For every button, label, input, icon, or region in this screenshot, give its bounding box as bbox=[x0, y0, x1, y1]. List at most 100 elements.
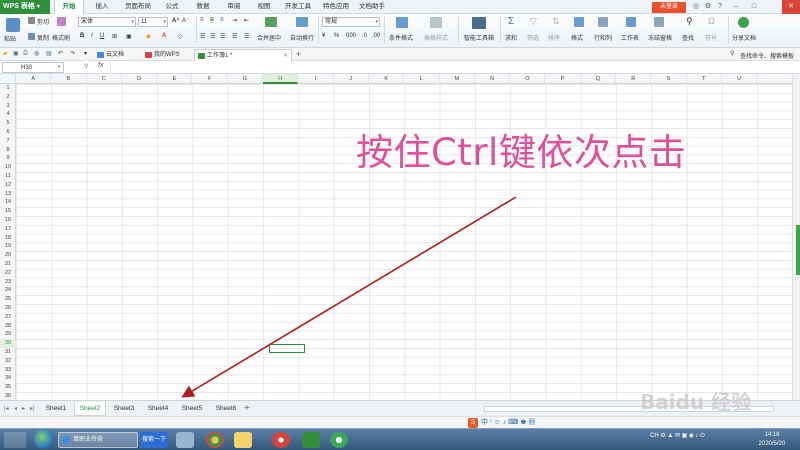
percent-icon[interactable]: % bbox=[334, 33, 339, 39]
new-tab-icon[interactable]: + bbox=[296, 49, 301, 59]
currency-icon[interactable]: ¥ bbox=[322, 33, 325, 39]
decrease-decimal-icon[interactable]: .00 bbox=[372, 33, 380, 39]
first-sheet-icon[interactable]: |◂ bbox=[4, 405, 9, 412]
align-bottom-icon[interactable]: ≡ bbox=[220, 17, 224, 23]
row-header-12[interactable]: 12 bbox=[0, 181, 16, 190]
align-right-icon[interactable]: ☰ bbox=[220, 33, 225, 40]
column-header-r[interactable]: R bbox=[616, 74, 652, 84]
zoom-formula-icon[interactable]: ⚲ bbox=[84, 63, 88, 70]
print-icon[interactable]: ⎙ bbox=[23, 50, 28, 57]
conditional-format-button[interactable]: 条件格式 bbox=[389, 33, 413, 42]
tab-special[interactable]: 特色应用 bbox=[318, 0, 354, 14]
column-header-c[interactable]: C bbox=[87, 74, 122, 84]
number-format-select[interactable]: 常规 ▾ bbox=[322, 17, 380, 27]
table-style-icon[interactable] bbox=[430, 17, 442, 28]
column-header-p[interactable]: P bbox=[546, 74, 581, 84]
formula-input[interactable] bbox=[110, 62, 798, 73]
start-button[interactable] bbox=[34, 429, 54, 449]
merge-center-button[interactable]: 合并居中 bbox=[257, 33, 281, 42]
row-col-button[interactable]: 行和列 bbox=[594, 33, 612, 42]
align-center-icon[interactable]: ☰ bbox=[210, 33, 215, 40]
column-header-m[interactable]: M bbox=[440, 74, 475, 84]
system-tray[interactable]: CH ⚙ ▲ ✉ ▣ ◆ ♪ ⏻ bbox=[650, 432, 705, 440]
column-header-j[interactable]: J bbox=[334, 74, 369, 84]
smart-toolbox-button[interactable]: 智能工具箱 bbox=[464, 33, 494, 42]
folder-icon[interactable] bbox=[234, 432, 252, 448]
column-header-g[interactable]: G bbox=[228, 74, 264, 84]
sheet-tab-1[interactable]: Sheet1 bbox=[40, 402, 72, 416]
bold-icon[interactable]: B bbox=[80, 33, 84, 39]
scrollbar-thumb[interactable] bbox=[796, 225, 800, 275]
row-header-30[interactable]: 30 bbox=[0, 339, 16, 348]
row-header-15[interactable]: 15 bbox=[0, 207, 16, 216]
column-header-f[interactable]: F bbox=[193, 74, 228, 84]
sort-icon[interactable]: ⇅ bbox=[552, 16, 560, 27]
border-icon[interactable]: ⊞ bbox=[112, 33, 117, 40]
tab-workbook1[interactable]: 工作簿1 * ✕ bbox=[194, 49, 292, 61]
add-sheet-button[interactable]: + bbox=[244, 402, 250, 416]
customize-icon[interactable]: ▾ bbox=[84, 50, 87, 57]
thousands-icon[interactable]: 000 bbox=[346, 33, 356, 39]
format-icon[interactable] bbox=[574, 17, 584, 27]
paste-icon[interactable] bbox=[6, 18, 20, 32]
tab-formula[interactable]: 公式 bbox=[160, 0, 184, 14]
tab-data[interactable]: 数据 bbox=[190, 0, 216, 14]
sheet-tab-3[interactable]: Sheet3 bbox=[108, 402, 140, 416]
command-search-input[interactable]: 查找命令、搜索模板 bbox=[740, 51, 794, 60]
merge-style-icon[interactable]: ▣ bbox=[126, 33, 132, 40]
share-icon[interactable] bbox=[738, 17, 749, 28]
row-header-19[interactable]: 19 bbox=[0, 242, 16, 251]
search-icon[interactable]: ⚲ bbox=[730, 50, 734, 57]
export-pdf-icon[interactable]: ▤ bbox=[46, 50, 52, 57]
row-header-32[interactable]: 32 bbox=[0, 357, 16, 366]
table-style-button[interactable]: 表格样式 bbox=[424, 33, 448, 42]
freeze-icon[interactable] bbox=[654, 17, 664, 27]
row-header-14[interactable]: 14 bbox=[0, 198, 16, 207]
find-button[interactable]: 查找 bbox=[682, 33, 694, 42]
column-header-l[interactable]: L bbox=[404, 74, 440, 84]
app-menu-button[interactable]: WPS 表格 ▾ bbox=[0, 0, 50, 14]
sort-button[interactable]: 排序 bbox=[548, 33, 560, 42]
worksheet-icon[interactable] bbox=[626, 17, 636, 27]
wps-writer-icon[interactable] bbox=[272, 432, 290, 448]
redo-icon[interactable]: ↷ bbox=[70, 50, 75, 57]
taskbar-browser-item[interactable]: 单职业传奇 bbox=[58, 432, 138, 448]
column-header-s[interactable]: S bbox=[651, 74, 687, 84]
find-icon[interactable]: ⚲ bbox=[686, 16, 693, 27]
indent-icon[interactable]: ⇥ bbox=[232, 17, 237, 24]
wps-spreadsheet-icon[interactable] bbox=[302, 432, 320, 448]
sheet-tab-4[interactable]: Sheet4 bbox=[142, 402, 174, 416]
justify-icon[interactable]: ☰ bbox=[232, 33, 237, 40]
italic-icon[interactable]: I bbox=[91, 33, 93, 39]
next-sheet-icon[interactable]: ▸ bbox=[22, 405, 25, 412]
column-header-a[interactable]: A bbox=[16, 74, 52, 84]
login-button[interactable]: 未登录 bbox=[652, 2, 686, 13]
column-header-u[interactable]: U bbox=[722, 74, 758, 84]
row-header-8[interactable]: 8 bbox=[0, 146, 16, 155]
fill-color-icon[interactable]: ◆ bbox=[146, 33, 151, 40]
prev-sheet-icon[interactable]: ◂ bbox=[14, 405, 17, 412]
column-header-e[interactable]: E bbox=[157, 74, 193, 84]
row-header-6[interactable]: 6 bbox=[0, 128, 16, 137]
align-left-icon[interactable]: ☰ bbox=[200, 33, 205, 40]
paste-button[interactable]: 粘贴 bbox=[4, 34, 16, 43]
column-header-b[interactable]: B bbox=[51, 74, 87, 84]
copy-button[interactable]: 复制 bbox=[37, 33, 49, 42]
print-preview-icon[interactable]: ◍ bbox=[34, 50, 39, 57]
row-header-10[interactable]: 10 bbox=[0, 163, 16, 172]
row-header-1[interactable]: 1 bbox=[0, 84, 16, 93]
sum-icon[interactable]: Σ bbox=[508, 16, 514, 27]
conditional-format-icon[interactable] bbox=[396, 17, 408, 28]
row-header-5[interactable]: 5 bbox=[0, 119, 16, 128]
tab-home[interactable]: 开始 bbox=[54, 0, 84, 14]
format-painter-icon[interactable] bbox=[57, 17, 66, 26]
column-header-o[interactable]: O bbox=[510, 74, 546, 84]
row-header-7[interactable]: 7 bbox=[0, 137, 16, 146]
row-header-24[interactable]: 24 bbox=[0, 286, 16, 295]
row-header-13[interactable]: 13 bbox=[0, 190, 16, 199]
cut-icon[interactable] bbox=[28, 17, 35, 24]
distributed-icon[interactable]: ☰ bbox=[244, 33, 249, 40]
symbol-icon[interactable]: Ω bbox=[708, 16, 715, 26]
filter-button[interactable]: 筛选 bbox=[527, 33, 539, 42]
symbol-button[interactable]: 符号 bbox=[705, 33, 717, 42]
